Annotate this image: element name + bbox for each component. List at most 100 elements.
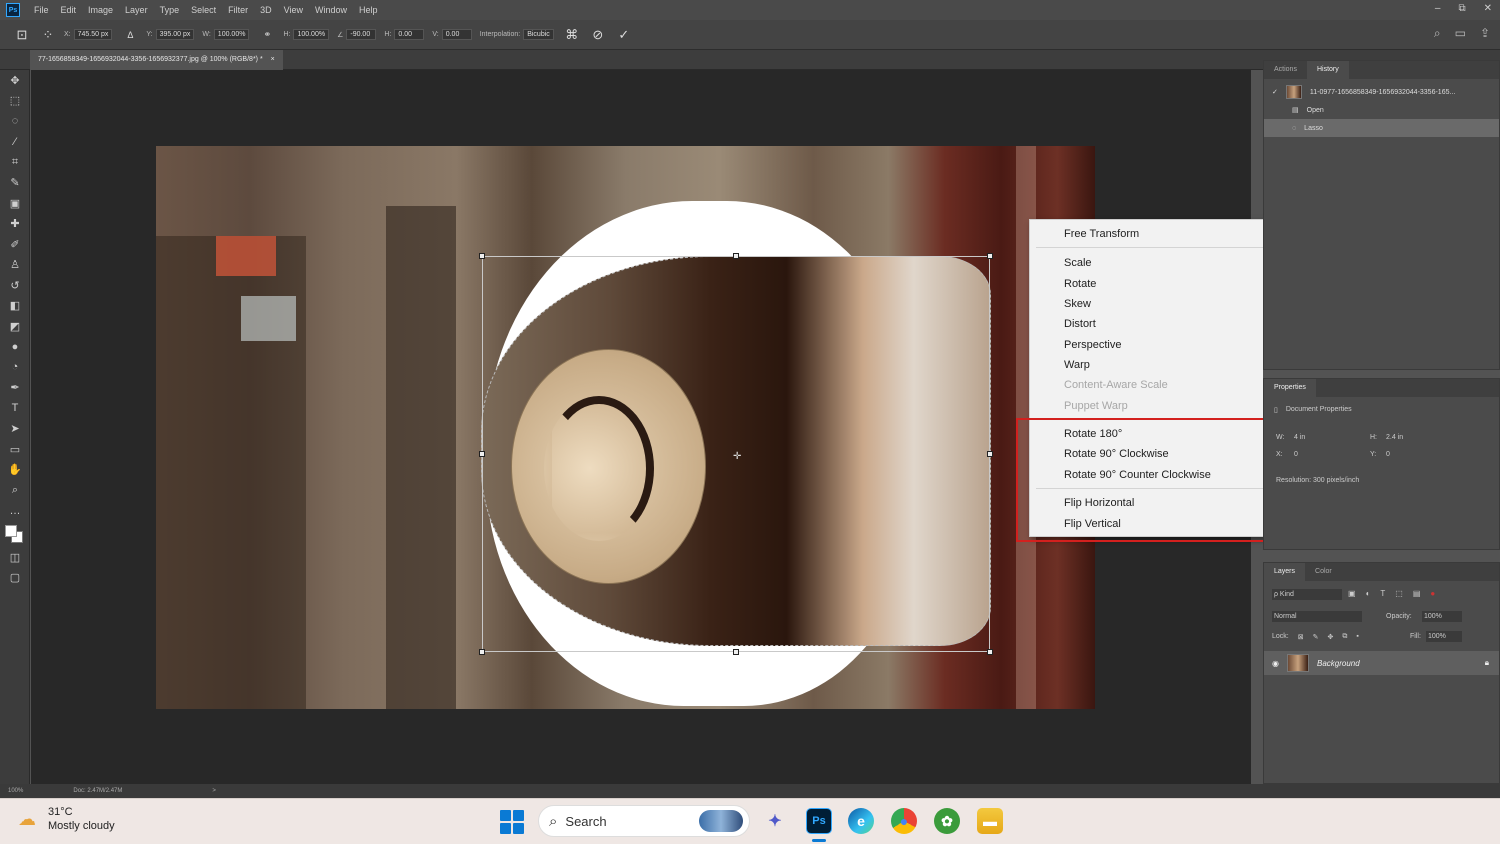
gradient-tool-icon[interactable]: ◩ bbox=[0, 316, 30, 337]
clone-stamp-icon[interactable]: ♙ bbox=[0, 255, 30, 276]
hskew-field[interactable]: 0.00 bbox=[394, 29, 425, 40]
filter-adjustment-icon[interactable]: ◐ bbox=[1366, 589, 1371, 598]
filter-pixel-icon[interactable]: ▣ bbox=[1348, 589, 1356, 598]
menu-window[interactable]: Window bbox=[309, 0, 353, 20]
eraser-tool-icon[interactable]: ◧ bbox=[0, 296, 30, 317]
menu-skew[interactable]: Skew bbox=[1064, 297, 1091, 311]
screen-mode-icon[interactable]: ▢ bbox=[0, 568, 30, 589]
history-item[interactable]: ▤ Open bbox=[1264, 101, 1499, 119]
history-brush-icon[interactable]: ↺ bbox=[0, 275, 30, 296]
menu-edit[interactable]: Edit bbox=[55, 0, 83, 20]
frame-tool-icon[interactable]: ▣ bbox=[0, 193, 30, 214]
menu-filter[interactable]: Filter bbox=[222, 0, 254, 20]
color-swatches[interactable] bbox=[0, 521, 30, 547]
menu-file[interactable]: File bbox=[28, 0, 55, 20]
transform-handle-right[interactable] bbox=[987, 451, 993, 457]
start-button[interactable] bbox=[500, 810, 524, 834]
lock-all-icon[interactable]: ▪ bbox=[1356, 633, 1358, 641]
eyedropper-tool-icon[interactable]: ✎ bbox=[0, 173, 30, 194]
minimize-button[interactable]: – bbox=[1435, 0, 1441, 18]
workspace-icon[interactable]: ▭ bbox=[1455, 26, 1466, 41]
transform-handle-top-left[interactable] bbox=[479, 253, 485, 259]
transform-handle-top-right[interactable] bbox=[987, 253, 993, 259]
transform-handle-left[interactable] bbox=[479, 451, 485, 457]
menu-free-transform[interactable]: Free Transform bbox=[1064, 227, 1139, 241]
menu-type[interactable]: Type bbox=[154, 0, 186, 20]
relative-position-icon[interactable]: Δ bbox=[122, 27, 138, 43]
foreground-color-swatch[interactable] bbox=[5, 525, 17, 537]
menu-view[interactable]: View bbox=[278, 0, 309, 20]
interpolation-select[interactable]: Bicubic bbox=[523, 29, 554, 40]
document-tab[interactable]: 77-1656858349-1656932044-3356-1656932377… bbox=[30, 50, 283, 70]
reference-point-icon[interactable]: ⁘ bbox=[40, 27, 56, 43]
restore-button[interactable]: ⧉ bbox=[1458, 0, 1465, 18]
link-icon[interactable]: ⚭ bbox=[259, 27, 275, 43]
prop-y-value[interactable]: 0 bbox=[1386, 451, 1390, 458]
file-explorer-icon[interactable]: ▬ bbox=[977, 808, 1003, 834]
menu-rotate[interactable]: Rotate bbox=[1064, 277, 1096, 291]
filter-toggle-icon[interactable]: ● bbox=[1430, 589, 1435, 598]
layer-row[interactable]: ◉ Background 🔒︎ bbox=[1264, 651, 1499, 675]
move-tool-icon[interactable]: ✥ bbox=[0, 70, 30, 91]
taskbar-search[interactable]: ⌕ Search bbox=[538, 805, 750, 837]
transform-handle-bottom[interactable] bbox=[733, 649, 739, 655]
fill-field[interactable]: 100% bbox=[1426, 631, 1462, 642]
transform-handle-top[interactable] bbox=[733, 253, 739, 259]
greenshot-icon[interactable]: ✿ bbox=[934, 808, 960, 834]
blend-mode-select[interactable]: Normal bbox=[1272, 611, 1362, 622]
lock-artboard-icon[interactable]: ⧉ bbox=[1342, 633, 1347, 641]
dodge-tool-icon[interactable]: ◔ bbox=[0, 357, 30, 378]
zoom-tool-icon[interactable]: ⌕ bbox=[0, 480, 30, 501]
cancel-transform-icon[interactable]: ⊘ bbox=[590, 27, 606, 43]
tool-preset-icon[interactable]: ⊡ bbox=[14, 27, 30, 43]
filter-smart-icon[interactable]: ▤ bbox=[1413, 589, 1421, 598]
blur-tool-icon[interactable]: ● bbox=[0, 337, 30, 358]
lock-paint-icon[interactable]: ✎ bbox=[1313, 633, 1319, 641]
close-button[interactable]: ✕ bbox=[1484, 0, 1492, 18]
marquee-tool-icon[interactable]: ⬚ bbox=[0, 91, 30, 112]
height-field[interactable]: 100.00% bbox=[293, 29, 330, 40]
history-snapshot[interactable]: ✓ 11-0977-1656858349-1656932044-3356-165… bbox=[1264, 83, 1499, 101]
width-field[interactable]: 100.00% bbox=[213, 29, 250, 40]
prop-h-value[interactable]: 2.4 in bbox=[1386, 434, 1403, 441]
filter-shape-icon[interactable]: ⬚ bbox=[1395, 589, 1403, 598]
tab-layers[interactable]: Layers bbox=[1264, 563, 1306, 581]
prop-x-value[interactable]: 0 bbox=[1294, 451, 1298, 458]
menu-perspective[interactable]: Perspective bbox=[1064, 338, 1121, 352]
angle-field[interactable]: -90.00 bbox=[346, 29, 377, 40]
menu-3d[interactable]: 3D bbox=[254, 0, 278, 20]
hand-tool-icon[interactable]: ✋ bbox=[0, 460, 30, 481]
y-field[interactable]: 395.00 px bbox=[155, 29, 195, 40]
vskew-field[interactable]: 0.00 bbox=[441, 29, 472, 40]
brush-tool-icon[interactable]: ✐ bbox=[0, 234, 30, 255]
transform-handle-bottom-left[interactable] bbox=[479, 649, 485, 655]
status-arrow[interactable]: > bbox=[212, 788, 216, 794]
prop-w-value[interactable]: 4 in bbox=[1294, 434, 1305, 441]
menu-image[interactable]: Image bbox=[82, 0, 119, 20]
warp-mode-icon[interactable]: ⌘ bbox=[564, 27, 580, 43]
reference-point-icon[interactable]: ✛ bbox=[733, 451, 741, 462]
lock-transparency-icon[interactable]: ⊠ bbox=[1298, 633, 1304, 641]
crop-tool-icon[interactable]: ⌗ bbox=[0, 152, 30, 173]
menu-select[interactable]: Select bbox=[185, 0, 222, 20]
layer-kind-filter[interactable]: ρ Kind bbox=[1272, 589, 1342, 600]
eye-icon[interactable]: ◉ bbox=[1272, 659, 1279, 668]
history-item-active[interactable]: ◌ Lasso bbox=[1264, 119, 1499, 137]
filter-type-icon[interactable]: T bbox=[1380, 589, 1385, 598]
x-field[interactable]: 745.50 px bbox=[73, 29, 113, 40]
close-tab-icon[interactable]: × bbox=[271, 50, 275, 70]
tab-color[interactable]: Color bbox=[1305, 563, 1342, 581]
search-icon[interactable]: ⌕ bbox=[1434, 26, 1441, 41]
pen-tool-icon[interactable]: ✒ bbox=[0, 378, 30, 399]
menu-layer[interactable]: Layer bbox=[119, 0, 154, 20]
magic-wand-tool-icon[interactable]: ⁄ bbox=[0, 132, 30, 153]
tab-history[interactable]: History bbox=[1306, 61, 1349, 79]
lasso-tool-icon[interactable]: ◌ bbox=[0, 111, 30, 132]
menu-distort[interactable]: Distort bbox=[1064, 317, 1096, 331]
quick-mask-icon[interactable]: ◫ bbox=[0, 547, 30, 568]
transform-handle-bottom-right[interactable] bbox=[987, 649, 993, 655]
teams-icon[interactable]: ✦ bbox=[762, 808, 788, 834]
more-tools-icon[interactable]: … bbox=[0, 501, 30, 522]
healing-brush-icon[interactable]: ✚ bbox=[0, 214, 30, 235]
tab-properties[interactable]: Properties bbox=[1264, 379, 1316, 397]
